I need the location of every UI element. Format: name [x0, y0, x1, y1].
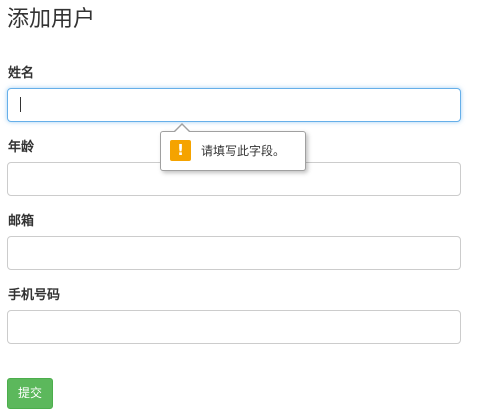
age-label: 年龄	[8, 140, 35, 155]
name-input[interactable]	[7, 88, 461, 122]
tooltip-message: 请填写此字段。	[201, 144, 286, 158]
validation-tooltip: ! 请填写此字段。	[160, 123, 306, 171]
page-title: 添加用户	[7, 7, 96, 32]
text-caret	[20, 97, 21, 112]
phone-input[interactable]	[7, 310, 461, 344]
email-input[interactable]	[7, 236, 461, 270]
phone-label: 手机号码	[8, 288, 61, 303]
name-label: 姓名	[8, 66, 35, 81]
tooltip-arrow-fill	[174, 125, 190, 133]
email-label: 邮箱	[8, 214, 35, 229]
name-field-wrapper	[0, 88, 477, 122]
submit-button[interactable]: 提交	[7, 378, 53, 409]
warning-icon: !	[170, 140, 191, 161]
